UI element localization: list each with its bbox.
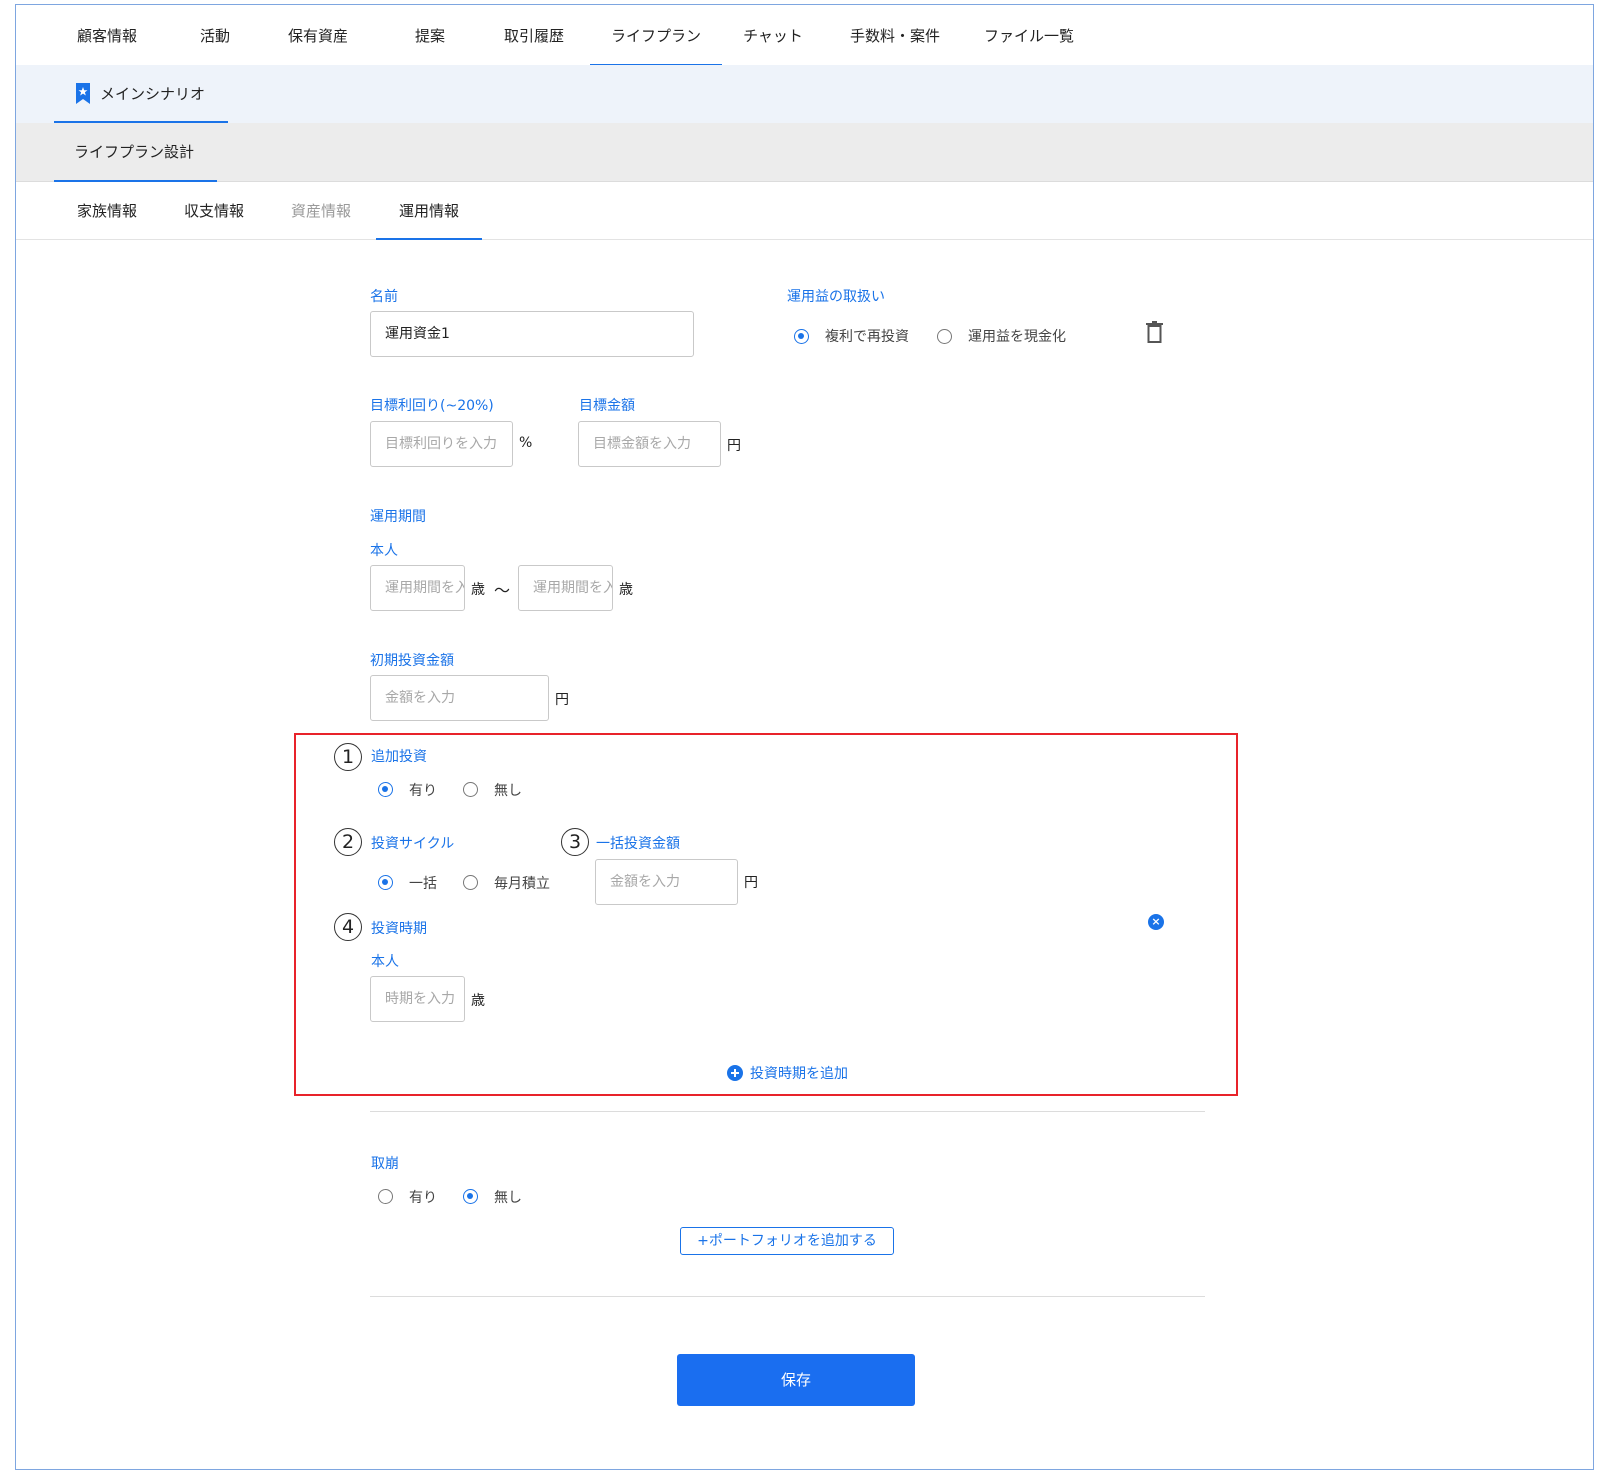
withdrawal-yes-label: 有り <box>409 1190 437 1206</box>
period-label: 運用期間 <box>370 509 426 525</box>
tab-customer-info[interactable]: 顧客情報 <box>61 5 153 65</box>
additional-yes-radio[interactable] <box>378 782 393 797</box>
annotation-3: 3 <box>561 828 589 856</box>
age-unit: 歳 <box>471 582 485 598</box>
annotation-1: 1 <box>334 743 362 771</box>
additional-yes-label: 有り <box>409 783 437 799</box>
tab-fees-cases[interactable]: 手数料・案件 <box>834 5 956 65</box>
tab-proposal[interactable]: 提案 <box>399 5 461 65</box>
tab-holdings[interactable]: 保有資産 <box>278 5 358 65</box>
period-start-input[interactable]: 運用期間を入力 <box>370 565 465 611</box>
scenario-main[interactable]: メインシナリオ <box>54 65 228 123</box>
tilde: 〜 <box>494 581 511 600</box>
profit-handling-label: 運用益の取扱い <box>787 289 885 305</box>
subtab-assets[interactable]: 資産情報 <box>275 181 367 239</box>
tab-activity[interactable]: 活動 <box>184 5 246 65</box>
additional-no-radio[interactable] <box>463 782 478 797</box>
subtab-income-expense[interactable]: 収支情報 <box>168 181 260 239</box>
subtab-family[interactable]: 家族情報 <box>61 181 153 239</box>
yen-unit: 円 <box>727 438 741 454</box>
bookmark-star-icon <box>76 83 90 104</box>
yen-unit: 円 <box>555 692 569 708</box>
tab-life-plan[interactable]: ライフプラン <box>590 5 722 66</box>
life-plan-design-tab[interactable]: ライフプラン設計 <box>54 123 217 182</box>
annotation-4: 4 <box>334 913 362 941</box>
yen-unit: 円 <box>744 875 758 891</box>
period-self-label: 本人 <box>370 543 398 559</box>
scenario-bar: メインシナリオ <box>16 65 1593 123</box>
initial-amount-label: 初期投資金額 <box>370 653 454 669</box>
design-label: ライフプラン設計 <box>74 143 195 161</box>
cycle-monthly-radio[interactable] <box>463 875 478 890</box>
name-input[interactable]: 運用資金1 <box>370 311 694 357</box>
sub-tabs: 家族情報 収支情報 資産情報 運用情報 <box>16 181 1593 240</box>
tab-chat[interactable]: チャット <box>733 5 813 65</box>
investment-cycle-label: 投資サイクル <box>371 836 455 852</box>
target-amount-label: 目標金額 <box>579 398 635 414</box>
compound-reinvest-label: 複利で再投資 <box>825 329 909 345</box>
lump-amount-input[interactable]: 金額を入力 <box>595 859 738 905</box>
app-frame: 顧客情報 活動 保有資産 提案 取引履歴 ライフプラン チャット 手数料・案件 … <box>15 4 1594 1470</box>
timing-self-label: 本人 <box>371 954 399 970</box>
withdrawal-no-radio[interactable] <box>463 1189 478 1204</box>
withdrawal-yes-radio[interactable] <box>378 1189 393 1204</box>
timing-input[interactable]: 時期を入力 <box>370 976 465 1022</box>
tab-file-list[interactable]: ファイル一覧 <box>974 5 1084 65</box>
save-button[interactable]: 保存 <box>677 1354 915 1406</box>
additional-no-label: 無し <box>494 783 522 799</box>
add-portfolio-button[interactable]: +ポートフォリオを追加する <box>680 1227 894 1255</box>
percent-unit: % <box>519 435 533 451</box>
target-amount-input[interactable]: 目標金額を入力 <box>578 421 721 467</box>
age-unit: 歳 <box>471 993 485 1009</box>
cash-out-radio[interactable] <box>937 329 952 344</box>
additional-investment-label: 追加投資 <box>371 749 427 765</box>
age-unit: 歳 <box>619 582 633 598</box>
trash-icon[interactable] <box>1146 321 1163 343</box>
add-circle-icon[interactable] <box>727 1065 743 1081</box>
target-rate-label: 目標利回り(~20%) <box>370 398 494 414</box>
tab-transaction-history[interactable]: 取引履歴 <box>494 5 574 65</box>
add-timing-link[interactable]: 投資時期を追加 <box>750 1063 848 1083</box>
withdrawal-no-label: 無し <box>494 1190 522 1206</box>
lump-amount-label: 一括投資金額 <box>596 836 680 852</box>
period-end-input[interactable]: 運用期間を入力 <box>518 565 613 611</box>
top-nav: 顧客情報 活動 保有資産 提案 取引履歴 ライフプラン チャット 手数料・案件 … <box>16 5 1593 66</box>
subtab-investment[interactable]: 運用情報 <box>376 181 482 240</box>
cash-out-label: 運用益を現金化 <box>968 329 1066 345</box>
divider <box>370 1111 1205 1112</box>
cycle-lump-label: 一括 <box>409 876 437 892</box>
design-bar: ライフプラン設計 <box>16 123 1593 182</box>
withdrawal-label: 取崩 <box>371 1156 399 1172</box>
compound-reinvest-radio[interactable] <box>794 329 809 344</box>
cycle-lump-radio[interactable] <box>378 875 393 890</box>
remove-circle-icon[interactable]: × <box>1148 914 1164 930</box>
scenario-label: メインシナリオ <box>100 85 206 103</box>
cycle-monthly-label: 毎月積立 <box>494 876 550 892</box>
investment-timing-label: 投資時期 <box>371 921 427 937</box>
divider <box>370 1296 1205 1297</box>
name-label: 名前 <box>370 289 398 305</box>
initial-amount-input[interactable]: 金額を入力 <box>370 675 549 721</box>
annotation-2: 2 <box>334 828 362 856</box>
target-rate-input[interactable]: 目標利回りを入力 <box>370 421 513 467</box>
